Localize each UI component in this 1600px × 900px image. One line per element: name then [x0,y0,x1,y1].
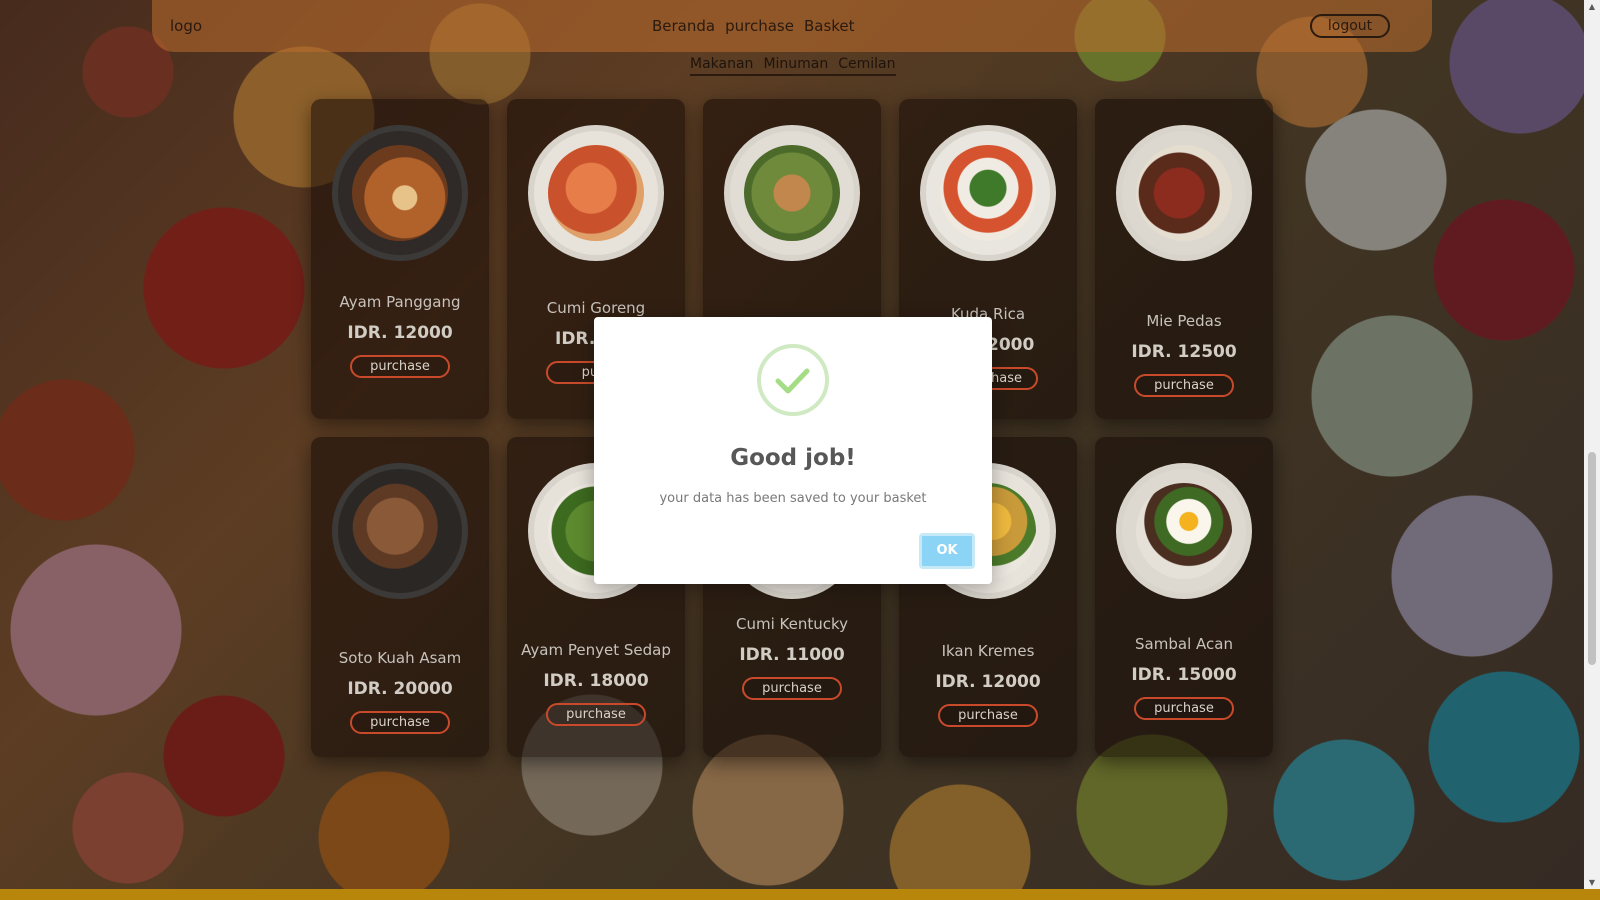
nav-link-beranda[interactable]: Beranda [652,17,715,35]
nav-link-purchase[interactable]: purchase [725,17,794,35]
food-image [332,463,468,599]
product-price: IDR. 20000 [347,679,453,699]
nav-link-basket[interactable]: Basket [804,17,855,35]
vertical-scrollbar[interactable]: ▲ ▼ [1584,0,1600,890]
logout-button[interactable]: logout [1310,14,1390,38]
scrollbar-thumb[interactable] [1588,452,1596,665]
category-tabs: Makanan Minuman Cemilan [690,56,896,76]
food-image [332,125,468,261]
ok-button[interactable]: OK [919,533,975,569]
dialog-title: Good job! [730,445,856,471]
footer-bar [0,889,1600,900]
product-price: IDR. 18000 [543,671,649,691]
purchase-button[interactable]: purchase [350,355,450,378]
success-ring [757,344,829,416]
food-image [920,125,1056,261]
food-image [724,125,860,261]
dialog-message: your data has been saved to your basket [659,491,927,506]
product-price: IDR. 12000 [935,672,1041,692]
product-card: Sambal Acan IDR. 15000 purchase [1095,437,1273,757]
product-name: Ayam Penyet Sedap [521,641,671,659]
tab-cemilan[interactable]: Cemilan [838,56,895,72]
navbar: logo Beranda purchase Basket logout [152,0,1432,52]
purchase-button[interactable]: purchase [938,704,1038,727]
product-card: Soto Kuah Asam IDR. 20000 purchase [311,437,489,757]
food-image [528,125,664,261]
food-image [1116,463,1252,599]
purchase-button[interactable]: purchase [1134,374,1234,397]
product-card: Ayam Panggang IDR. 12000 purchase [311,99,489,419]
product-name: Soto Kuah Asam [338,649,462,667]
product-name: Mie Pedas [1146,312,1222,330]
scroll-up-icon[interactable]: ▲ [1587,2,1597,11]
logo[interactable]: logo [170,17,202,35]
product-price: IDR. 12500 [1131,342,1237,362]
product-name: Cumi Kentucky [735,615,849,633]
product-price: IDR. 12000 [347,323,453,343]
purchase-button[interactable]: purchase [350,711,450,734]
product-name: Cumi Goreng [546,299,646,317]
product-name: Ayam Panggang [339,293,461,311]
purchase-button[interactable]: purchase [546,703,646,726]
scroll-down-icon[interactable]: ▼ [1587,878,1597,887]
product-name: Sambal Acan [1135,635,1233,653]
product-price: IDR. 11000 [739,645,845,665]
purchase-button[interactable]: purchase [742,677,842,700]
product-name: Ikan Kremes [941,642,1035,660]
nav-links: Beranda purchase Basket [652,17,855,35]
product-price: IDR. 15000 [1131,665,1237,685]
food-image [1116,125,1252,261]
check-icon [775,368,810,394]
product-card: Mie Pedas IDR. 12500 purchase [1095,99,1273,419]
tab-minuman[interactable]: Minuman [763,56,828,72]
success-dialog: Good job! your data has been saved to yo… [594,317,992,584]
purchase-button[interactable]: purchase [1134,697,1234,720]
tab-makanan[interactable]: Makanan [690,56,753,72]
